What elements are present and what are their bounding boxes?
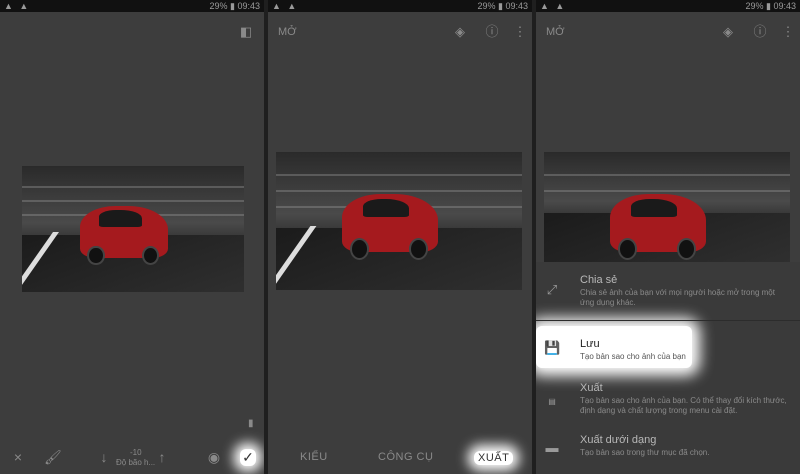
battery-time: 29% ▮ 09:43 (209, 1, 261, 11)
top-bar: ◧ (0, 12, 264, 52)
save-option[interactable]: 💾 Lưu Tạo bản sao cho ảnh của bạn (536, 326, 800, 368)
tab-styles[interactable]: KIỂU (300, 451, 328, 463)
jpg-file-icon: ▤ (548, 397, 556, 406)
main-tabs: KIỂU CÔNG CỤ XUẤT (268, 440, 532, 474)
editor-panel-tune: ▲ ▲ 29% ▮ 09:43 ◧ ▮ × 🖌 ↓ -10 Độ bão h..… (0, 0, 264, 474)
bookmark-icon[interactable]: ▮ (248, 418, 254, 429)
red-car (342, 194, 438, 261)
photo-preview (276, 152, 522, 290)
export-as-desc: Tạo bản sao trong thư mục đã chọn. (580, 448, 710, 457)
adjust-label: Độ bão h... (116, 458, 156, 467)
export-desc: Tạo bản sao cho ảnh của bạn. Có thể thay… (580, 396, 787, 415)
save-desc: Tạo bản sao cho ảnh của bạn (580, 352, 686, 361)
arrow-up-icon[interactable]: ↑ (154, 449, 170, 465)
arrow-down-icon[interactable]: ↓ (96, 449, 112, 465)
notification-icons: ▲ ▲ (272, 1, 299, 11)
top-bar: MỞ ◈ ⓘ ⋮ (268, 12, 532, 52)
export-title: Xuất (580, 382, 603, 394)
top-bar: MỞ ◈ ⓘ ⋮ (536, 12, 800, 52)
share-desc: Chia sẻ ảnh của bạn với mọi người hoặc m… (580, 288, 775, 307)
export-as-option[interactable]: ▬ Xuất dưới dạng Tạo bản sao trong thư m… (536, 426, 800, 474)
layers-icon[interactable]: ◈ (452, 24, 468, 40)
notification-icons: ▲ ▲ (4, 1, 31, 11)
notification-icons: ▲ ▲ (540, 1, 567, 11)
export-option[interactable]: ▤ Xuất Tạo bản sao cho ảnh của bạn. Có t… (536, 372, 800, 424)
export-sheet-panel: ▲ ▲ 29% ▮ 09:43 MỞ ◈ ⓘ ⋮ ⤢ Chia sẻ Chia … (536, 0, 800, 474)
share-title: Chia sẻ (580, 274, 618, 286)
more-icon[interactable]: ⋮ (780, 24, 796, 40)
export-as-title: Xuất dưới dạng (580, 434, 657, 446)
share-option[interactable]: ⤢ Chia sẻ Chia sẻ ảnh của bạn với mọi ng… (536, 262, 800, 318)
save-title: Lưu (580, 338, 600, 350)
red-car (610, 194, 706, 261)
save-icon: 💾 (544, 340, 561, 355)
red-car (80, 206, 168, 266)
adjust-value: -10 (130, 448, 142, 457)
photo-preview (544, 152, 790, 262)
editor-panel-main: ▲ ▲ 29% ▮ 09:43 MỞ ◈ ⓘ ⋮ KIỂU CÔNG CỤ XU… (268, 0, 532, 474)
tune-toolbar: × 🖌 ↓ -10 Độ bão h... ↑ ◉ ✓ (0, 440, 264, 474)
export-sheet: ⤢ Chia sẻ Chia sẻ ảnh của bạn với mọi ng… (536, 262, 800, 474)
info-icon[interactable]: ⓘ (752, 24, 768, 40)
battery-time: 29% ▮ 09:43 (477, 1, 529, 11)
tab-export[interactable]: XUẤT (474, 451, 514, 465)
folder-icon: ▬ (545, 440, 559, 455)
check-icon[interactable]: ✓ (240, 449, 256, 466)
status-bar: ▲ ▲ 29% ▮ 09:43 (268, 0, 532, 12)
open-button[interactable]: MỞ (278, 26, 297, 38)
open-button[interactable]: MỞ (546, 26, 565, 38)
status-bar: ▲ ▲ 29% ▮ 09:43 (0, 0, 264, 12)
brush-icon[interactable]: 🖌 (44, 449, 62, 466)
photo-preview (22, 166, 244, 292)
battery-time: 29% ▮ 09:43 (745, 1, 797, 11)
layers-icon[interactable]: ◈ (720, 24, 736, 40)
info-icon[interactable]: ⓘ (484, 24, 500, 40)
status-bar: ▲ ▲ 29% ▮ 09:43 (536, 0, 800, 12)
eye-icon[interactable]: ◉ (206, 449, 222, 466)
close-icon[interactable]: × (10, 449, 26, 465)
compare-icon[interactable]: ◧ (238, 24, 254, 40)
more-icon[interactable]: ⋮ (512, 24, 528, 40)
share-icon: ⤢ (546, 282, 558, 297)
tab-tools[interactable]: CÔNG CỤ (378, 451, 433, 463)
